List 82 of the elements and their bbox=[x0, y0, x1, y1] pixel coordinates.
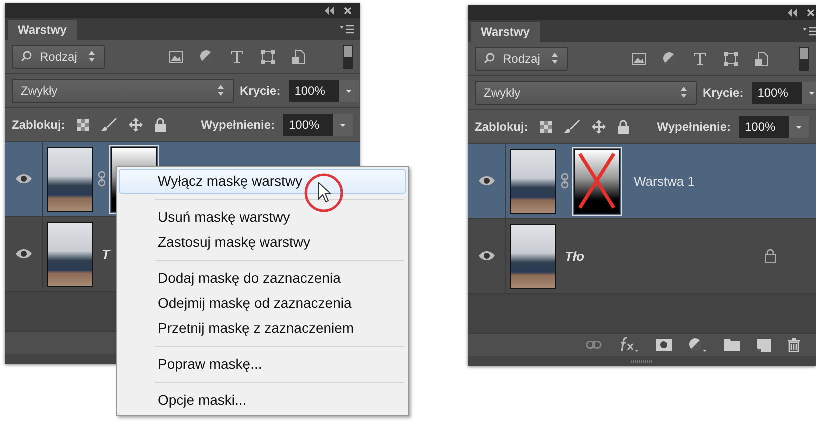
effects-icon[interactable] bbox=[619, 337, 639, 353]
resize-grip-icon[interactable] bbox=[631, 360, 653, 362]
folder-icon[interactable] bbox=[724, 339, 740, 351]
menu-item[interactable]: Odejmij maskę od zaznaczenia bbox=[119, 291, 406, 316]
close-icon[interactable] bbox=[344, 6, 352, 14]
smart-object-filter-icon[interactable] bbox=[292, 50, 305, 64]
opacity-label: Krycie: bbox=[240, 84, 281, 98]
layer-name: Tło bbox=[565, 248, 584, 264]
eye-icon[interactable] bbox=[478, 251, 494, 261]
transparency-lock-icon[interactable] bbox=[540, 120, 552, 132]
layer-name: Warstwa 1 bbox=[634, 174, 695, 188]
photo-placeholder bbox=[510, 148, 556, 214]
adjustment-filter-icon[interactable] bbox=[200, 50, 213, 63]
filter-toggle-icon[interactable] bbox=[799, 46, 809, 70]
fill-label: Wypełnienie: bbox=[201, 118, 275, 132]
opacity-field[interactable]: 100% bbox=[288, 80, 339, 102]
cursor-icon bbox=[318, 182, 332, 203]
collapse-icon[interactable] bbox=[787, 8, 797, 16]
type-filter-icon[interactable] bbox=[230, 50, 244, 64]
highlight-circle bbox=[304, 173, 344, 213]
adjustment-filter-icon[interactable] bbox=[663, 52, 676, 65]
up-down-arrows-icon bbox=[217, 84, 225, 97]
panel-tab[interactable]: Warstwy bbox=[471, 22, 540, 42]
fill-field[interactable]: 100% bbox=[283, 114, 333, 136]
menu-item[interactable]: Przetnij maskę z zaznaczeniem bbox=[119, 316, 406, 341]
fill-label: Wypełnienie: bbox=[657, 120, 731, 134]
opacity-label: Krycie: bbox=[703, 86, 744, 100]
photo-placeholder bbox=[47, 146, 93, 212]
new-layer-icon[interactable] bbox=[757, 338, 771, 352]
photo-placeholder bbox=[510, 224, 556, 288]
panel-menu-icon[interactable] bbox=[803, 26, 816, 36]
move-icon[interactable] bbox=[129, 118, 144, 132]
menu-item[interactable]: Opcje maski... bbox=[119, 388, 406, 413]
search-icon bbox=[21, 51, 32, 62]
eye-icon[interactable] bbox=[16, 249, 32, 259]
lock-icon bbox=[765, 249, 776, 263]
up-down-arrows-icon bbox=[680, 86, 688, 99]
lock-icon[interactable] bbox=[618, 120, 630, 134]
blend-mode-dropdown[interactable]: Zwykły bbox=[12, 78, 234, 102]
eye-icon[interactable] bbox=[478, 176, 494, 186]
menu-item[interactable]: Popraw maskę... bbox=[119, 352, 406, 377]
eye-icon[interactable] bbox=[16, 174, 32, 184]
type-filter-icon[interactable] bbox=[693, 52, 707, 66]
menu-item[interactable]: Wyłącz maskę warstwy bbox=[119, 169, 406, 194]
chain-icon bbox=[98, 171, 106, 187]
close-icon[interactable] bbox=[807, 8, 815, 16]
lock-label: Zablokuj: bbox=[475, 120, 528, 134]
smart-object-filter-icon[interactable] bbox=[755, 52, 768, 66]
filter-dropdown[interactable]: Rodzaj bbox=[475, 46, 568, 70]
dropdown-arrow-icon[interactable] bbox=[802, 82, 816, 104]
move-icon[interactable] bbox=[592, 120, 606, 134]
adjustment-icon[interactable] bbox=[689, 338, 707, 352]
brush-icon[interactable] bbox=[564, 120, 580, 134]
fill-field[interactable]: 100% bbox=[739, 116, 789, 138]
lock-label: Zablokuj: bbox=[12, 118, 66, 132]
opacity-field[interactable]: 100% bbox=[752, 82, 802, 104]
panel-tab[interactable]: Warstwy bbox=[8, 20, 77, 40]
photo-placeholder bbox=[47, 222, 93, 286]
shape-filter-icon[interactable] bbox=[724, 52, 738, 66]
menu-item[interactable]: Usuń maskę warstwy bbox=[119, 205, 406, 230]
collapse-icon[interactable] bbox=[324, 6, 334, 14]
blend-mode-dropdown[interactable]: Zwykły bbox=[475, 80, 697, 104]
filter-toggle-icon[interactable] bbox=[343, 44, 353, 68]
layer-name: T bbox=[102, 246, 110, 262]
layer-row[interactable]: Tło bbox=[468, 219, 816, 294]
lock-icon[interactable] bbox=[155, 118, 166, 132]
image-filter-icon[interactable] bbox=[169, 50, 183, 62]
menu-item[interactable]: Zastosuj maskę warstwy bbox=[119, 230, 406, 255]
filter-dropdown[interactable]: Rodzaj bbox=[12, 44, 105, 68]
search-icon bbox=[484, 53, 495, 64]
shape-filter-icon[interactable] bbox=[261, 50, 275, 64]
transparency-lock-icon[interactable] bbox=[77, 118, 90, 130]
panel-menu-icon[interactable] bbox=[340, 24, 354, 34]
trash-icon[interactable] bbox=[788, 338, 800, 352]
chain-icon bbox=[561, 173, 569, 189]
image-filter-icon[interactable] bbox=[632, 52, 646, 64]
up-down-arrows-icon bbox=[88, 50, 96, 63]
up-down-arrows-icon bbox=[551, 52, 559, 65]
brush-icon[interactable] bbox=[101, 118, 118, 132]
mask-icon[interactable] bbox=[656, 339, 672, 351]
layer-row[interactable]: Warstwa 1 bbox=[468, 144, 816, 219]
menu-item[interactable]: Dodaj maskę do zaznaczenia bbox=[119, 266, 406, 291]
